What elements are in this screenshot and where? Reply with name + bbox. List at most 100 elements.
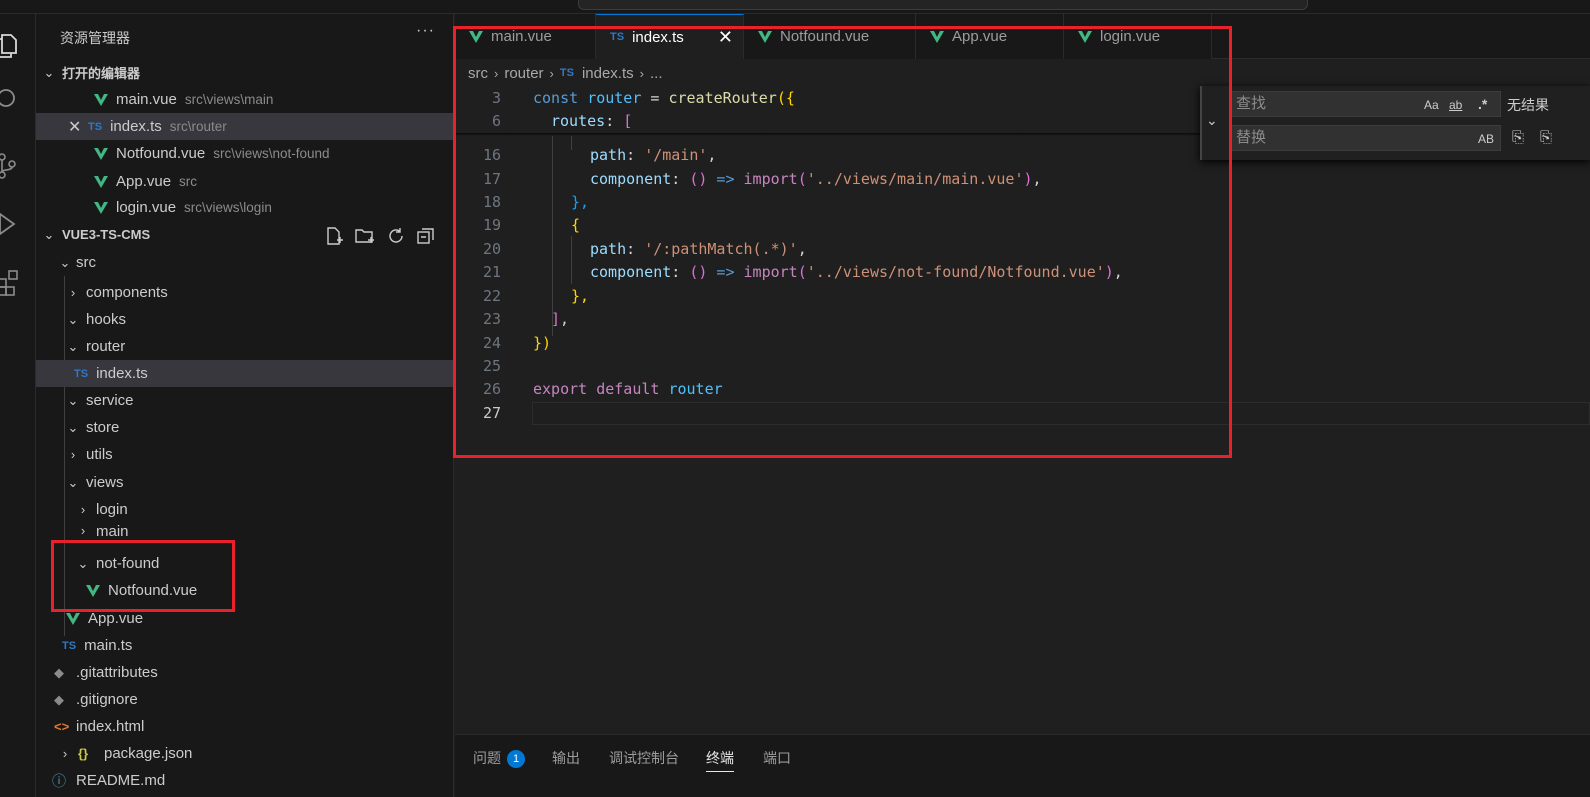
breadcrumb-item[interactable]: index.ts <box>582 65 634 82</box>
git-icon: ◆ <box>54 664 64 680</box>
match-case-toggle[interactable]: Aa <box>1424 98 1439 112</box>
extensions-icon[interactable] <box>0 262 36 302</box>
search-icon[interactable] <box>0 80 36 120</box>
chevron-right-icon: › <box>70 285 76 300</box>
sticky-scroll-shadow <box>455 133 1200 136</box>
tab-app-vue[interactable]: App.vue <box>916 14 1064 59</box>
tree-item-file[interactable]: › {} package.json <box>36 740 453 767</box>
tree-item-folder[interactable]: ⌄ src <box>36 249 453 276</box>
vue-icon <box>86 584 100 597</box>
tree-item-folder[interactable]: ⌄ views <box>36 469 453 496</box>
chevron-down-icon: ⌄ <box>67 474 79 490</box>
breadcrumb-item[interactable]: src <box>468 65 488 82</box>
find-result-count: 无结果 <box>1507 97 1549 113</box>
open-editor-item[interactable]: App.vue src <box>36 168 453 195</box>
vue-icon <box>94 201 108 214</box>
preserve-case-toggle[interactable]: AB <box>1478 132 1494 146</box>
code-line: 19 { <box>482 215 581 234</box>
problems-badge: 1 <box>507 750 525 769</box>
tree-item-file[interactable]: Notfound.vue <box>36 577 453 604</box>
open-editors-header[interactable]: ⌄ 打开的编辑器 <box>36 59 453 86</box>
tree-item-file[interactable]: App.vue <box>36 605 453 632</box>
code-line: 24 }) <box>482 333 552 352</box>
tree-item-file[interactable]: TS index.ts <box>36 360 453 387</box>
chevron-right-icon: › <box>80 523 86 538</box>
code-line: 25 <box>482 356 501 375</box>
tree-item-file[interactable]: ◆ .gitignore <box>36 686 453 713</box>
vue-icon <box>930 30 944 43</box>
source-control-icon[interactable] <box>0 146 36 186</box>
tab-output[interactable]: 输出 <box>552 748 580 768</box>
open-editor-item[interactable]: Notfound.vue src\views\not-found <box>36 140 453 167</box>
breadcrumb-item[interactable]: router <box>504 65 543 82</box>
refresh-icon[interactable] <box>386 226 406 246</box>
chevron-right-icon: › <box>80 502 86 517</box>
bottom-panel: 问题 1 输出 调试控制台 终端 端口 <box>455 734 1590 797</box>
tree-item-folder[interactable]: › login <box>36 496 453 523</box>
open-editor-item[interactable]: ✕ TS index.ts src\router <box>36 113 453 140</box>
code-line: 17 component: () => import('../views/mai… <box>482 169 1042 188</box>
tab-main-vue[interactable]: main.vue <box>455 14 596 59</box>
explorer-sidebar: 资源管理器 ··· ⌄ 打开的编辑器 main.vue src\views\ma… <box>36 14 454 797</box>
new-file-icon[interactable] <box>324 226 344 246</box>
tab-index-ts[interactable]: TS index.ts ✕ <box>596 14 744 59</box>
vue-icon <box>758 30 772 43</box>
vue-icon <box>1078 30 1092 43</box>
tree-item-folder[interactable]: ⌄ not-found <box>36 550 453 577</box>
info-icon: ⓘ <box>52 772 66 789</box>
replace-all-icon[interactable]: ⎘ <box>1540 129 1552 146</box>
tree-item-folder[interactable]: ⌄ router <box>36 333 453 360</box>
indent-guide <box>571 136 572 150</box>
indent-guide <box>571 236 572 284</box>
close-icon[interactable]: ✕ <box>718 27 733 48</box>
chevron-down-icon[interactable]: ⌄ <box>1206 112 1218 129</box>
sidebar-title: 资源管理器 <box>60 30 130 46</box>
vue-icon <box>94 93 108 106</box>
command-center[interactable] <box>578 0 1308 10</box>
ts-icon: TS <box>88 120 103 133</box>
new-folder-icon[interactable] <box>354 226 376 246</box>
whole-word-toggle[interactable]: ab <box>1449 98 1462 112</box>
tab-login-vue[interactable]: login.vue <box>1064 14 1212 59</box>
more-actions-icon[interactable]: ··· <box>416 22 435 40</box>
tab-debug-console[interactable]: 调试控制台 <box>609 748 679 768</box>
code-line: 18 }, <box>482 192 590 211</box>
run-debug-icon[interactable] <box>0 204 36 244</box>
tab-notfound-vue[interactable]: Notfound.vue <box>744 14 916 59</box>
tree-item-file[interactable]: <> index.html <box>36 713 453 740</box>
open-editor-item[interactable]: main.vue src\views\main <box>36 86 453 113</box>
replace-icon[interactable]: ⎘ <box>1512 129 1524 146</box>
chevron-down-icon: ⌄ <box>43 64 55 80</box>
vue-icon <box>94 175 108 188</box>
explorer-icon[interactable] <box>0 26 36 66</box>
replace-input[interactable]: 替换 <box>1229 125 1501 151</box>
tree-item-folder[interactable]: ⌄ store <box>36 414 453 441</box>
find-widget: ⌄ 查找 Aa ab .* 无结果 替换 AB ⎘ ⎘ <box>1200 86 1590 160</box>
tree-item-folder[interactable]: › components <box>36 279 453 306</box>
chevron-right-icon: › <box>70 447 76 462</box>
tab-ports[interactable]: 端口 <box>763 748 791 768</box>
chevron-right-icon: › <box>62 746 68 761</box>
open-editor-item[interactable]: login.vue src\views\login <box>36 194 453 221</box>
tree-item-file[interactable]: ⓘ README.md <box>36 767 453 794</box>
regex-toggle[interactable]: .* <box>1478 96 1487 112</box>
tree-item-file[interactable]: ◆ .gitattributes <box>36 659 453 686</box>
tree-item-file[interactable]: TS main.ts <box>36 632 453 659</box>
close-icon[interactable]: ✕ <box>68 117 88 137</box>
breadcrumb-item[interactable]: ... <box>650 65 663 82</box>
vue-icon <box>66 612 80 625</box>
html-icon: <> <box>54 719 70 734</box>
chevron-down-icon: ⌄ <box>67 419 79 435</box>
tree-item-folder[interactable]: ⌄ service <box>36 387 453 414</box>
explorer-actions <box>324 226 436 246</box>
tab-problems[interactable]: 问题 1 <box>473 748 525 769</box>
tab-terminal[interactable]: 终端 <box>706 748 734 772</box>
code-line: 22 }, <box>482 286 590 305</box>
collapse-all-icon[interactable] <box>416 226 436 246</box>
chevron-down-icon: ⌄ <box>67 392 79 408</box>
activity-bar <box>0 14 36 797</box>
tree-item-folder[interactable]: › main <box>36 523 453 543</box>
indent-guide <box>552 136 553 336</box>
tree-item-folder[interactable]: ⌄ hooks <box>36 306 453 333</box>
tree-item-folder[interactable]: › utils <box>36 441 453 468</box>
